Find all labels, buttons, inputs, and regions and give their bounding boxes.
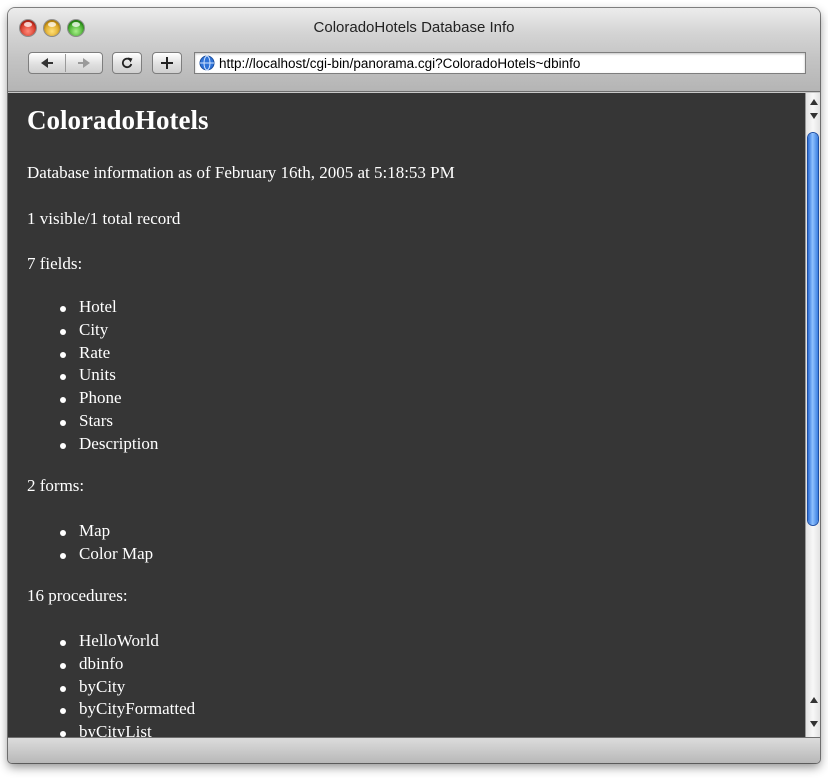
list-item: Hotel [8,296,158,319]
scroll-up-button-bottom[interactable] [806,693,820,707]
forward-button[interactable] [66,58,102,68]
plus-icon [161,57,173,69]
scroll-down-button-top[interactable] [806,109,820,123]
forms-heading: 2 forms: [27,476,85,495]
fields-heading: 7 fields: [27,254,83,273]
forms-list: Map Color Map [8,520,153,566]
scroll-up-arrow-icon [809,697,818,703]
list-item: HelloWorld [8,630,195,653]
list-item: Units [8,364,158,387]
address-bar[interactable]: http://localhost/cgi-bin/panorama.cgi?Co… [194,52,806,74]
list-item: City [8,319,158,342]
add-bookmark-button[interactable] [152,52,182,74]
back-forward-control [28,52,103,74]
list-item: Rate [8,342,158,365]
page-content: ColoradoHotels Database information as o… [8,93,805,737]
scroll-down-arrow-icon [809,113,818,119]
page-title: ColoradoHotels [27,105,209,135]
list-item: byCityFormatted [8,698,195,721]
list-item: dbinfo [8,653,195,676]
procedures-heading: 16 procedures: [27,586,128,605]
list-item: Map [8,520,153,543]
reload-icon [122,57,133,69]
fields-list: Hotel City Rate Units Phone Stars Descri… [8,296,158,456]
list-item: byCityList [8,721,195,737]
scroll-down-arrow-icon [809,721,818,727]
status-bar [8,737,820,763]
back-arrow-icon [41,58,53,68]
list-item: Phone [8,387,158,410]
list-item: Description [8,433,158,456]
scroll-down-button[interactable] [806,717,820,731]
records-line: 1 visible/1 total record [27,209,181,228]
browser-window: ColoradoHotels Database Info http://loca… [8,8,820,763]
title-bar: ColoradoHotels Database Info http://loca… [8,8,820,92]
back-button[interactable] [29,58,65,68]
procedures-list: HelloWorld dbinfo byCity byCityFormatted… [8,630,195,737]
scroll-thumb[interactable] [808,133,818,525]
list-item: Stars [8,410,158,433]
scroll-up-button[interactable] [806,95,820,109]
database-info-line: Database information as of February 16th… [27,163,455,182]
scroll-up-arrow-icon [809,99,818,105]
window-title: ColoradoHotels Database Info [313,19,515,36]
globe-icon [199,55,215,71]
vertical-scrollbar[interactable] [805,93,820,737]
forward-arrow-icon [78,58,90,68]
url-text: http://localhost/cgi-bin/panorama.cgi?Co… [219,55,581,71]
list-item: byCity [8,676,195,699]
list-item: Color Map [8,543,153,566]
reload-button[interactable] [112,52,142,74]
